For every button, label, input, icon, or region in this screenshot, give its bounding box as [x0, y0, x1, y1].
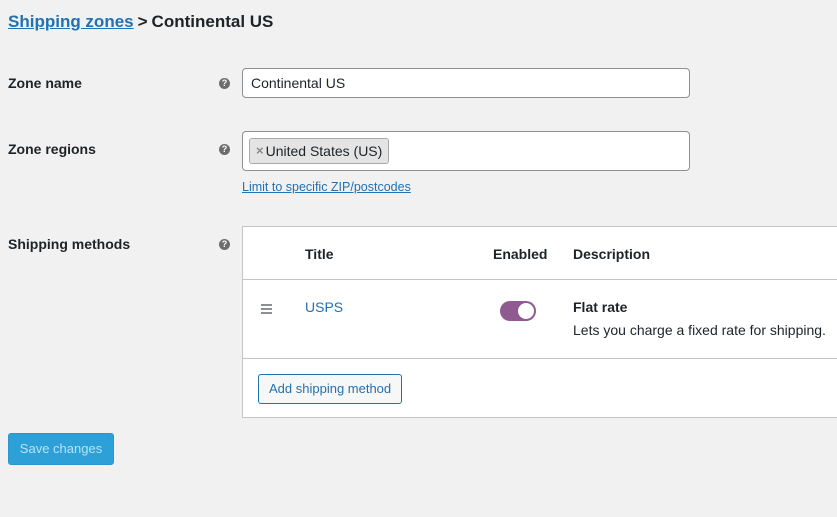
shipping-methods-table: Title Enabled Description USPS Flat rate… [242, 226, 837, 418]
method-title-link[interactable]: USPS [305, 299, 343, 315]
table-row: USPS Flat rate Lets you charge a fixed r… [243, 280, 837, 359]
zone-name-label: Zone name [8, 75, 82, 91]
breadcrumb-shipping-zones-link[interactable]: Shipping zones [8, 12, 134, 31]
enabled-toggle[interactable] [500, 301, 536, 321]
region-token-label: United States (US) [265, 143, 383, 159]
zone-regions-select[interactable]: × United States (US) [242, 131, 690, 171]
save-changes-button[interactable]: Save changes [8, 433, 114, 465]
help-icon[interactable]: ? [219, 239, 230, 250]
breadcrumb-current: Continental US [151, 12, 274, 31]
add-shipping-method-button[interactable]: Add shipping method [258, 374, 403, 404]
column-description: Description [573, 246, 651, 262]
help-icon[interactable]: ? [219, 144, 230, 155]
zone-name-input[interactable]: Continental US [242, 68, 690, 98]
zone-regions-label: Zone regions [8, 141, 96, 157]
breadcrumb: Shipping zones > Continental US [8, 12, 273, 32]
toggle-knob [518, 303, 534, 319]
column-title: Title [305, 246, 334, 262]
remove-token-icon[interactable]: × [256, 139, 264, 163]
help-icon[interactable]: ? [219, 78, 230, 89]
method-description-text: Lets you charge a fixed rate for shippin… [573, 322, 826, 338]
method-description-title: Flat rate [573, 299, 628, 315]
drag-handle-icon[interactable] [261, 304, 272, 316]
table-header: Title Enabled Description [243, 227, 837, 280]
region-token: × United States (US) [249, 138, 390, 164]
breadcrumb-separator: > [137, 12, 148, 31]
shipping-methods-label: Shipping methods [8, 236, 131, 252]
column-enabled: Enabled [493, 246, 548, 262]
limit-postcodes-link[interactable]: Limit to specific ZIP/postcodes [242, 180, 411, 194]
